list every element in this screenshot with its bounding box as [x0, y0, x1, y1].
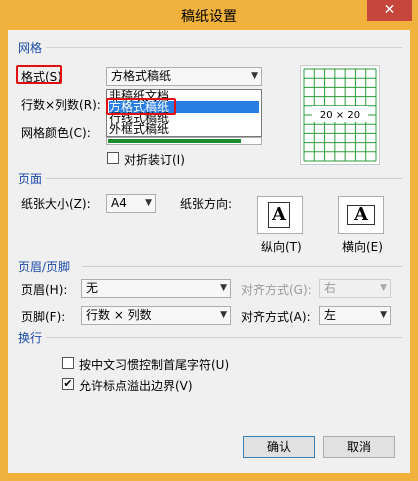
grid-preview-graphic: 20 × 20: [303, 68, 377, 162]
paper-size-select[interactable]: A4 ▼: [106, 194, 156, 213]
close-icon: ✕: [383, 2, 396, 18]
footer-align-select[interactable]: 左 ▼: [319, 306, 391, 325]
grid-color-label: 网格颜色(C):: [21, 126, 91, 140]
grid-color-swatch: [108, 139, 241, 143]
header-value: 无: [86, 281, 99, 295]
divider: [46, 178, 402, 179]
checkmark-icon: ✔: [63, 377, 73, 390]
punctuation-overflow-checkbox[interactable]: ✔: [62, 378, 74, 390]
fold-checkbox[interactable]: [107, 152, 119, 164]
header-label: 页眉(H):: [21, 283, 68, 297]
dialog-title: 稿纸设置: [181, 9, 237, 25]
style-select[interactable]: 方格式稿纸 ▼: [106, 67, 262, 86]
section-title-header-footer: 页眉/页脚: [18, 260, 71, 274]
section-title-grid: 网格: [18, 41, 43, 55]
style-select-value: 方格式稿纸: [111, 69, 172, 83]
title-bar: 稿纸设置 ✕: [0, 0, 418, 30]
portrait-label: 纵向(T): [261, 240, 302, 254]
line-break-rule-checkbox[interactable]: [62, 357, 74, 369]
header-align-label: 对齐方式(G):: [241, 283, 312, 297]
chevron-down-icon: ▼: [145, 198, 152, 208]
ok-button[interactable]: 确认: [243, 436, 315, 458]
dialog-window: 稿纸设置 ✕ 网格 格式(S) 方格式稿纸 ▼ 行数×列数(R): 网格颜色(C…: [0, 0, 418, 481]
landscape-button[interactable]: A: [338, 196, 384, 234]
portrait-icon: A: [268, 202, 290, 228]
preview-text: 20 × 20: [320, 110, 360, 121]
paper-size-label: 纸张大小(Z):: [21, 197, 91, 211]
divider: [46, 47, 402, 48]
orientation-label: 纸张方向:: [180, 197, 233, 211]
section-title-page: 页面: [18, 172, 43, 186]
highlight-box-style-label: [16, 65, 62, 84]
footer-value: 行数 × 列数: [86, 308, 152, 322]
divider: [46, 337, 402, 338]
chevron-down-icon: ▼: [220, 310, 227, 320]
divider: [82, 266, 402, 267]
footer-select[interactable]: 行数 × 列数 ▼: [81, 306, 231, 325]
footer-label: 页脚(F):: [21, 310, 66, 324]
paper-size-value: A4: [111, 196, 127, 210]
close-button[interactable]: ✕: [367, 0, 412, 21]
highlight-box-selected-option: [106, 98, 176, 115]
punctuation-overflow-label: 允许标点溢出边界(V): [79, 379, 193, 393]
chevron-down-icon: ▼: [380, 283, 387, 293]
header-align-value: 右: [324, 281, 337, 295]
section-title-wrap: 换行: [18, 331, 43, 345]
portrait-button[interactable]: A: [257, 196, 303, 234]
header-align-select[interactable]: 右 ▼: [319, 279, 391, 298]
line-break-rule-label: 按中文习惯控制首尾字符(U): [79, 358, 230, 372]
grid-preview: 20 × 20: [300, 65, 380, 165]
landscape-icon: A: [347, 205, 375, 225]
footer-align-label: 对齐方式(A):: [241, 310, 311, 324]
fold-label: 对折装订(I): [124, 153, 185, 167]
cancel-button[interactable]: 取消: [323, 436, 395, 458]
header-select[interactable]: 无 ▼: [81, 279, 231, 298]
chevron-down-icon: ▼: [380, 310, 387, 320]
style-option[interactable]: 外框式稿纸: [109, 123, 169, 135]
rows-cols-label: 行数×列数(R):: [21, 98, 101, 112]
chevron-down-icon: ▼: [220, 283, 227, 293]
chevron-down-icon: ▼: [251, 71, 258, 81]
grid-color-picker[interactable]: [106, 137, 262, 145]
landscape-label: 横向(E): [342, 240, 383, 254]
footer-align-value: 左: [324, 308, 337, 322]
dialog-body: 网格 格式(S) 方格式稿纸 ▼ 行数×列数(R): 网格颜色(C): 非稿纸文…: [8, 30, 410, 473]
